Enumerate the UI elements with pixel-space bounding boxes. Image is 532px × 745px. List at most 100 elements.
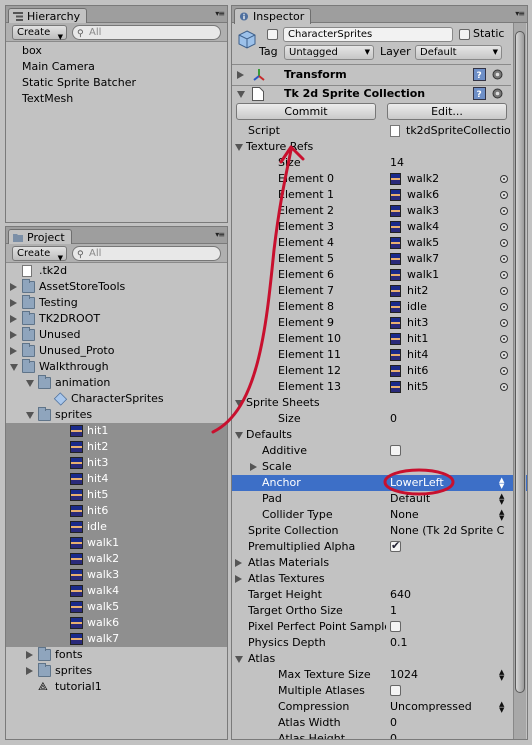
collider-type-dropdown[interactable]: None xyxy=(390,507,495,523)
updown-arrow-icon[interactable]: ▲ ▼ xyxy=(499,477,504,490)
panel-menu-icon[interactable]: ▾≡ xyxy=(215,231,225,239)
project-item[interactable]: idle xyxy=(6,519,227,535)
commit-button[interactable]: Commit xyxy=(236,103,376,120)
collapse-arrow-icon[interactable] xyxy=(237,91,245,98)
multiple-atlases-checkbox[interactable] xyxy=(390,685,401,696)
expand-arrow-icon[interactable] xyxy=(250,463,257,471)
project-item[interactable]: walk4 xyxy=(6,583,227,599)
static-checkbox[interactable] xyxy=(459,29,470,40)
hierarchy-create-button[interactable]: Create ▼ xyxy=(12,25,67,41)
project-item[interactable]: Unused xyxy=(6,327,227,343)
object-picker-icon[interactable] xyxy=(500,367,508,375)
updown-arrow-icon[interactable]: ▲ ▼ xyxy=(499,669,504,682)
object-picker-icon[interactable] xyxy=(500,255,508,263)
project-item[interactable]: Walkthrough xyxy=(6,359,227,375)
project-item[interactable]: walk2 xyxy=(6,551,227,567)
project-item[interactable]: hit1 xyxy=(6,423,227,439)
object-picker-icon[interactable] xyxy=(500,175,508,183)
element-value[interactable]: hit4 xyxy=(407,347,428,363)
hierarchy-search-input[interactable]: ⚲ All xyxy=(72,25,221,40)
project-item[interactable]: walk6 xyxy=(6,615,227,631)
transform-header[interactable]: Transform ? xyxy=(232,66,511,84)
project-tab[interactable]: Project xyxy=(8,229,72,245)
project-item[interactable]: animation xyxy=(6,375,227,391)
project-item[interactable]: CharacterSprites xyxy=(6,391,227,407)
project-item[interactable]: TK2DROOT xyxy=(6,311,227,327)
object-picker-icon[interactable] xyxy=(500,271,508,279)
project-item[interactable]: .tk2d xyxy=(6,263,227,279)
expand-arrow-icon[interactable] xyxy=(10,331,17,339)
project-create-button[interactable]: Create ▼ xyxy=(12,246,67,262)
element-value[interactable]: hit5 xyxy=(407,379,428,395)
element-value[interactable]: walk2 xyxy=(407,171,439,187)
compression-dropdown[interactable]: Uncompressed xyxy=(390,699,495,715)
object-picker-icon[interactable] xyxy=(500,239,508,247)
anchor-dropdown[interactable]: LowerLeft xyxy=(390,475,495,491)
project-item[interactable]: hit4 xyxy=(6,471,227,487)
expand-arrow-icon[interactable] xyxy=(10,299,17,307)
expand-arrow-icon[interactable] xyxy=(10,283,17,291)
size-value[interactable]: 0 xyxy=(390,411,397,427)
object-picker-icon[interactable] xyxy=(500,319,508,327)
premultiplied-alpha-checkbox[interactable] xyxy=(390,539,401,552)
element-value[interactable]: hit3 xyxy=(407,315,428,331)
object-picker-icon[interactable] xyxy=(500,351,508,359)
element-value[interactable]: walk6 xyxy=(407,187,439,203)
expand-arrow-icon[interactable] xyxy=(235,559,242,567)
object-picker-icon[interactable] xyxy=(500,335,508,343)
inspector-scrollbar[interactable] xyxy=(513,23,526,739)
project-item[interactable]: hit3 xyxy=(6,455,227,471)
edit-button[interactable]: Edit... xyxy=(387,103,507,120)
gear-icon[interactable] xyxy=(491,87,504,100)
additive-checkbox[interactable] xyxy=(390,445,401,456)
element-value[interactable]: hit6 xyxy=(407,363,428,379)
expand-arrow-icon[interactable] xyxy=(26,667,33,675)
sprite-collection-header[interactable]: Tk 2d Sprite Collection (Script) ? xyxy=(232,85,511,118)
collapse-arrow-icon[interactable] xyxy=(235,400,243,407)
target-height-value[interactable]: 640 xyxy=(390,587,411,603)
help-book-icon[interactable]: ? xyxy=(473,68,486,81)
expand-arrow-icon[interactable] xyxy=(237,71,244,79)
project-item[interactable]: ⟁ tutorial1 xyxy=(6,679,227,695)
active-checkbox[interactable] xyxy=(267,29,278,40)
collapse-arrow-icon[interactable] xyxy=(10,364,18,371)
scrollbar-thumb[interactable] xyxy=(515,31,525,693)
updown-arrow-icon[interactable]: ▲ ▼ xyxy=(499,509,504,522)
object-picker-icon[interactable] xyxy=(500,191,508,199)
layer-dropdown[interactable]: Default ▼ xyxy=(415,45,502,60)
hierarchy-item[interactable]: Main Camera xyxy=(6,59,227,75)
target-ortho-size-value[interactable]: 1 xyxy=(390,603,397,619)
sprite-collection-value[interactable]: None (Tk 2d Sprite Collection Data) xyxy=(390,523,504,539)
physics-depth-value[interactable]: 0.1 xyxy=(390,635,408,651)
element-value[interactable]: idle xyxy=(407,299,427,315)
panel-menu-icon[interactable]: ▾≡ xyxy=(515,10,525,18)
inspector-tab[interactable]: Inspector xyxy=(234,8,312,24)
project-item[interactable]: Testing xyxy=(6,295,227,311)
updown-arrow-icon[interactable]: ▲ ▼ xyxy=(499,701,504,714)
collapse-arrow-icon[interactable] xyxy=(235,432,243,439)
help-book-icon[interactable]: ? xyxy=(473,87,486,100)
script-value[interactable]: tk2dSpriteCollection xyxy=(406,123,510,139)
pixel-perfect-checkbox[interactable] xyxy=(390,621,401,632)
project-item[interactable]: walk5 xyxy=(6,599,227,615)
tag-dropdown[interactable]: Untagged ▼ xyxy=(284,45,374,60)
object-name-field[interactable]: CharacterSprites xyxy=(283,27,453,42)
hierarchy-item[interactable]: box xyxy=(6,43,227,59)
project-item[interactable]: AssetStoreTools xyxy=(6,279,227,295)
hierarchy-tab[interactable]: Hierarchy xyxy=(8,8,88,24)
collapse-arrow-icon[interactable] xyxy=(26,380,34,387)
object-picker-icon[interactable] xyxy=(500,383,508,391)
element-value[interactable]: walk7 xyxy=(407,251,439,267)
project-item[interactable]: Unused_Proto xyxy=(6,343,227,359)
project-item[interactable]: fonts xyxy=(6,647,227,663)
panel-menu-icon[interactable]: ▾≡ xyxy=(215,10,225,18)
project-item[interactable]: walk3 xyxy=(6,567,227,583)
expand-arrow-icon[interactable] xyxy=(10,315,17,323)
collapse-arrow-icon[interactable] xyxy=(235,656,243,663)
expand-arrow-icon[interactable] xyxy=(235,575,242,583)
expand-arrow-icon[interactable] xyxy=(26,651,33,659)
size-value[interactable]: 14 xyxy=(390,155,404,171)
element-value[interactable]: walk5 xyxy=(407,235,439,251)
object-picker-icon[interactable] xyxy=(500,207,508,215)
expand-arrow-icon[interactable] xyxy=(10,347,17,355)
